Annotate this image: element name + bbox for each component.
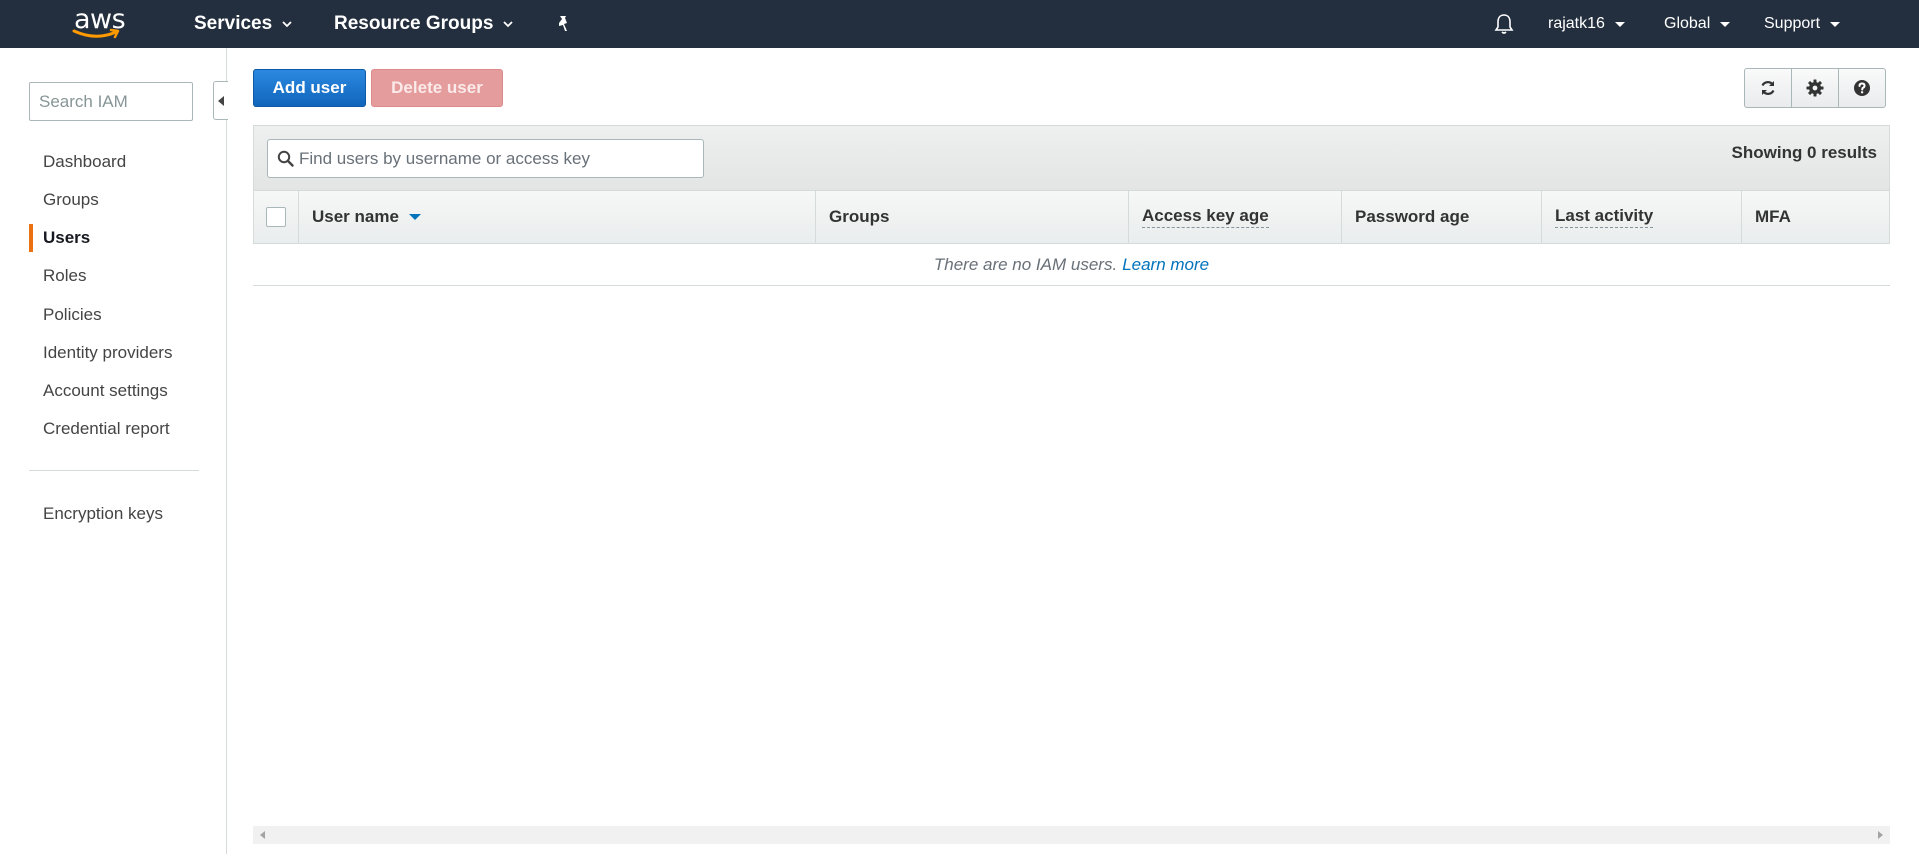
sidebar-item-encryption-keys[interactable]: Encryption keys <box>43 504 163 524</box>
aws-logo[interactable]: aws <box>72 4 128 44</box>
column-user-name-label: User name <box>312 207 399 226</box>
table-header: User name Groups Access key age Password… <box>253 190 1890 244</box>
region-label: Global <box>1664 15 1711 32</box>
column-access-key-age[interactable]: Access key age <box>1128 191 1341 243</box>
column-mfa-label: MFA <box>1755 207 1791 226</box>
services-label: Services <box>194 13 273 34</box>
empty-state-text: There are no IAM users. <box>933 254 1118 274</box>
find-users-search[interactable] <box>267 139 704 178</box>
table-actions <box>1744 68 1886 108</box>
support-menu[interactable]: Support <box>1764 0 1841 48</box>
scroll-right-icon[interactable] <box>1878 831 1883 839</box>
select-all-checkbox[interactable] <box>266 207 286 227</box>
account-menu[interactable]: rajatk16 <box>1548 0 1625 48</box>
resource-groups-label: Resource Groups <box>334 13 494 34</box>
refresh-icon <box>1761 81 1775 95</box>
caret-down-icon <box>1830 21 1841 27</box>
refresh-button[interactable] <box>1744 68 1792 108</box>
sidebar-item-roles[interactable]: Roles <box>43 266 86 286</box>
collapse-sidebar-button[interactable] <box>213 81 228 120</box>
sidebar-item-account-settings[interactable]: Account settings <box>43 381 168 401</box>
pin-icon <box>559 16 567 31</box>
sidebar-item-identity-providers[interactable]: Identity providers <box>43 343 172 363</box>
search-iam-input[interactable] <box>29 82 193 121</box>
chevron-down-icon <box>282 21 292 28</box>
column-last-activity-label: Last activity <box>1555 206 1654 228</box>
sidebar-item-policies[interactable]: Policies <box>43 305 102 325</box>
bell-icon <box>1494 14 1514 34</box>
sidebar: Dashboard Groups Users Roles Policies Id… <box>0 48 228 854</box>
sidebar-item-groups[interactable]: Groups <box>43 190 99 210</box>
find-users-input[interactable] <box>299 140 699 177</box>
resource-groups-menu[interactable]: Resource Groups <box>334 0 514 48</box>
column-last-activity[interactable]: Last activity <box>1541 191 1741 243</box>
empty-state-row: There are no IAM users. Learn more <box>253 244 1890 286</box>
sidebar-item-users[interactable]: Users <box>43 228 90 248</box>
caret-down-icon <box>1614 21 1625 27</box>
column-mfa[interactable]: MFA <box>1741 191 1889 243</box>
select-all-cell <box>254 191 299 243</box>
account-name: rajatk16 <box>1548 15 1605 32</box>
support-label: Support <box>1764 15 1821 32</box>
column-access-key-age-label: Access key age <box>1142 206 1269 228</box>
column-password-age[interactable]: Password age <box>1341 191 1541 243</box>
sidebar-item-credential-report[interactable]: Credential report <box>43 419 170 439</box>
column-groups[interactable]: Groups <box>815 191 1128 243</box>
settings-button[interactable] <box>1791 68 1839 108</box>
pin-button[interactable] <box>555 0 571 48</box>
search-icon <box>277 150 294 167</box>
column-password-age-label: Password age <box>1355 207 1470 226</box>
region-menu[interactable]: Global <box>1664 0 1731 48</box>
horizontal-scrollbar[interactable] <box>253 826 1890 844</box>
results-count: Showing 0 results <box>1731 143 1877 162</box>
delete-user-button[interactable]: Delete user <box>371 69 503 107</box>
scroll-left-icon[interactable] <box>260 831 265 839</box>
top-nav: aws Services Resource Groups rajatk16 Gl… <box>0 0 1919 48</box>
filter-bar: Showing 0 results <box>253 125 1890 191</box>
gear-icon <box>1806 79 1824 97</box>
collapse-arrow-icon <box>218 95 224 106</box>
column-user-name[interactable]: User name <box>298 191 815 243</box>
sort-desc-icon <box>408 214 421 220</box>
services-menu[interactable]: Services <box>194 0 292 48</box>
help-button[interactable] <box>1838 68 1886 108</box>
chevron-down-icon <box>503 21 514 28</box>
add-user-button[interactable]: Add user <box>253 69 366 107</box>
sidebar-item-dashboard[interactable]: Dashboard <box>43 152 126 172</box>
column-groups-label: Groups <box>829 207 890 226</box>
help-icon <box>1854 80 1870 96</box>
active-indicator <box>29 224 33 252</box>
learn-more-link[interactable]: Learn more <box>1122 255 1209 275</box>
notifications-button[interactable] <box>1494 0 1514 48</box>
caret-down-icon <box>1720 21 1731 27</box>
sidebar-divider <box>29 470 199 471</box>
smile-arrow-icon <box>72 28 120 39</box>
